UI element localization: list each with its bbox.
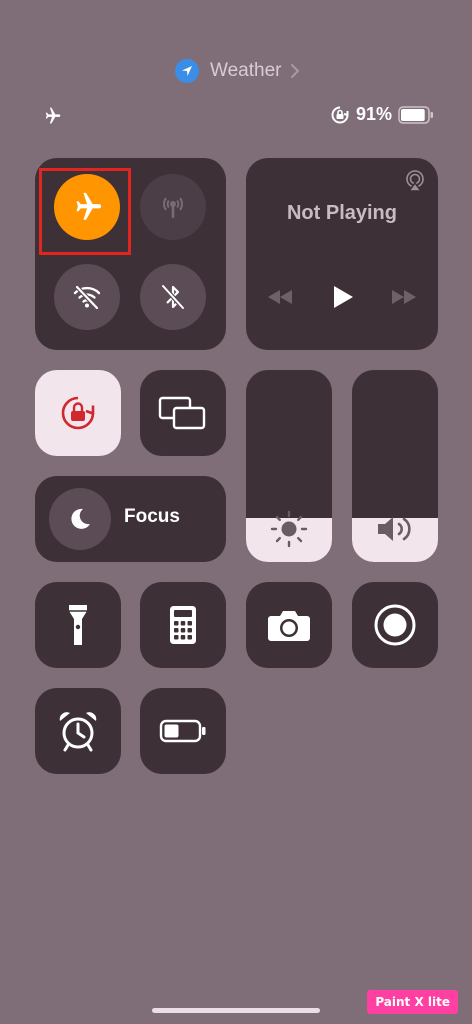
cellular-data-toggle[interactable] bbox=[140, 174, 206, 240]
screen-mirroring-icon bbox=[158, 395, 208, 431]
screen-record-icon bbox=[373, 603, 417, 647]
status-airplane-icon bbox=[42, 106, 62, 126]
speaker-icon bbox=[374, 512, 416, 546]
sun-icon bbox=[269, 509, 309, 549]
screen-mirroring-button[interactable] bbox=[140, 370, 226, 456]
location-indicator[interactable]: Weather bbox=[168, 50, 308, 92]
rewind-icon[interactable] bbox=[266, 288, 294, 306]
battery-percent: 91% bbox=[355, 104, 392, 124]
orientation-lock-toggle[interactable] bbox=[35, 370, 121, 456]
alarm-button[interactable] bbox=[35, 688, 121, 774]
watermark-badge: Paint X lite bbox=[367, 990, 458, 1014]
fast-forward-icon[interactable] bbox=[390, 288, 418, 306]
wifi-off-icon bbox=[70, 280, 104, 314]
play-icon[interactable] bbox=[331, 284, 355, 310]
now-playing-module[interactable]: Not Playing bbox=[246, 158, 438, 350]
chevron-right-icon bbox=[290, 63, 300, 79]
home-indicator[interactable] bbox=[152, 1008, 320, 1013]
status-right: 91% bbox=[330, 104, 434, 125]
low-power-mode-button[interactable] bbox=[140, 688, 226, 774]
calculator-button[interactable] bbox=[140, 582, 226, 668]
focus-icon-circle bbox=[49, 488, 111, 550]
calculator-icon bbox=[169, 605, 197, 645]
location-arrow-icon bbox=[175, 59, 199, 83]
brightness-slider[interactable] bbox=[246, 370, 332, 562]
now-playing-title: Not Playing bbox=[286, 202, 397, 224]
wifi-toggle[interactable] bbox=[54, 264, 120, 330]
airplay-icon[interactable] bbox=[404, 170, 426, 192]
focus-label: Focus bbox=[124, 506, 180, 527]
flashlight-button[interactable] bbox=[35, 582, 121, 668]
low-power-battery-icon bbox=[159, 719, 207, 743]
alarm-icon bbox=[57, 710, 99, 752]
orientation-lock-icon bbox=[58, 393, 98, 433]
cellular-antenna-icon bbox=[155, 189, 191, 225]
moon-icon bbox=[67, 506, 93, 532]
camera-button[interactable] bbox=[246, 582, 332, 668]
volume-slider[interactable] bbox=[352, 370, 438, 562]
annotation-highlight-box bbox=[39, 168, 131, 255]
battery-icon bbox=[398, 105, 434, 124]
flashlight-icon bbox=[67, 603, 89, 647]
orientation-lock-icon bbox=[330, 105, 350, 125]
screen-record-button[interactable] bbox=[352, 582, 438, 668]
focus-button[interactable]: Focus bbox=[35, 476, 226, 562]
bluetooth-off-icon bbox=[158, 281, 188, 313]
bluetooth-toggle[interactable] bbox=[140, 264, 206, 330]
location-app-label: Weather bbox=[210, 60, 282, 81]
camera-icon bbox=[267, 608, 311, 642]
